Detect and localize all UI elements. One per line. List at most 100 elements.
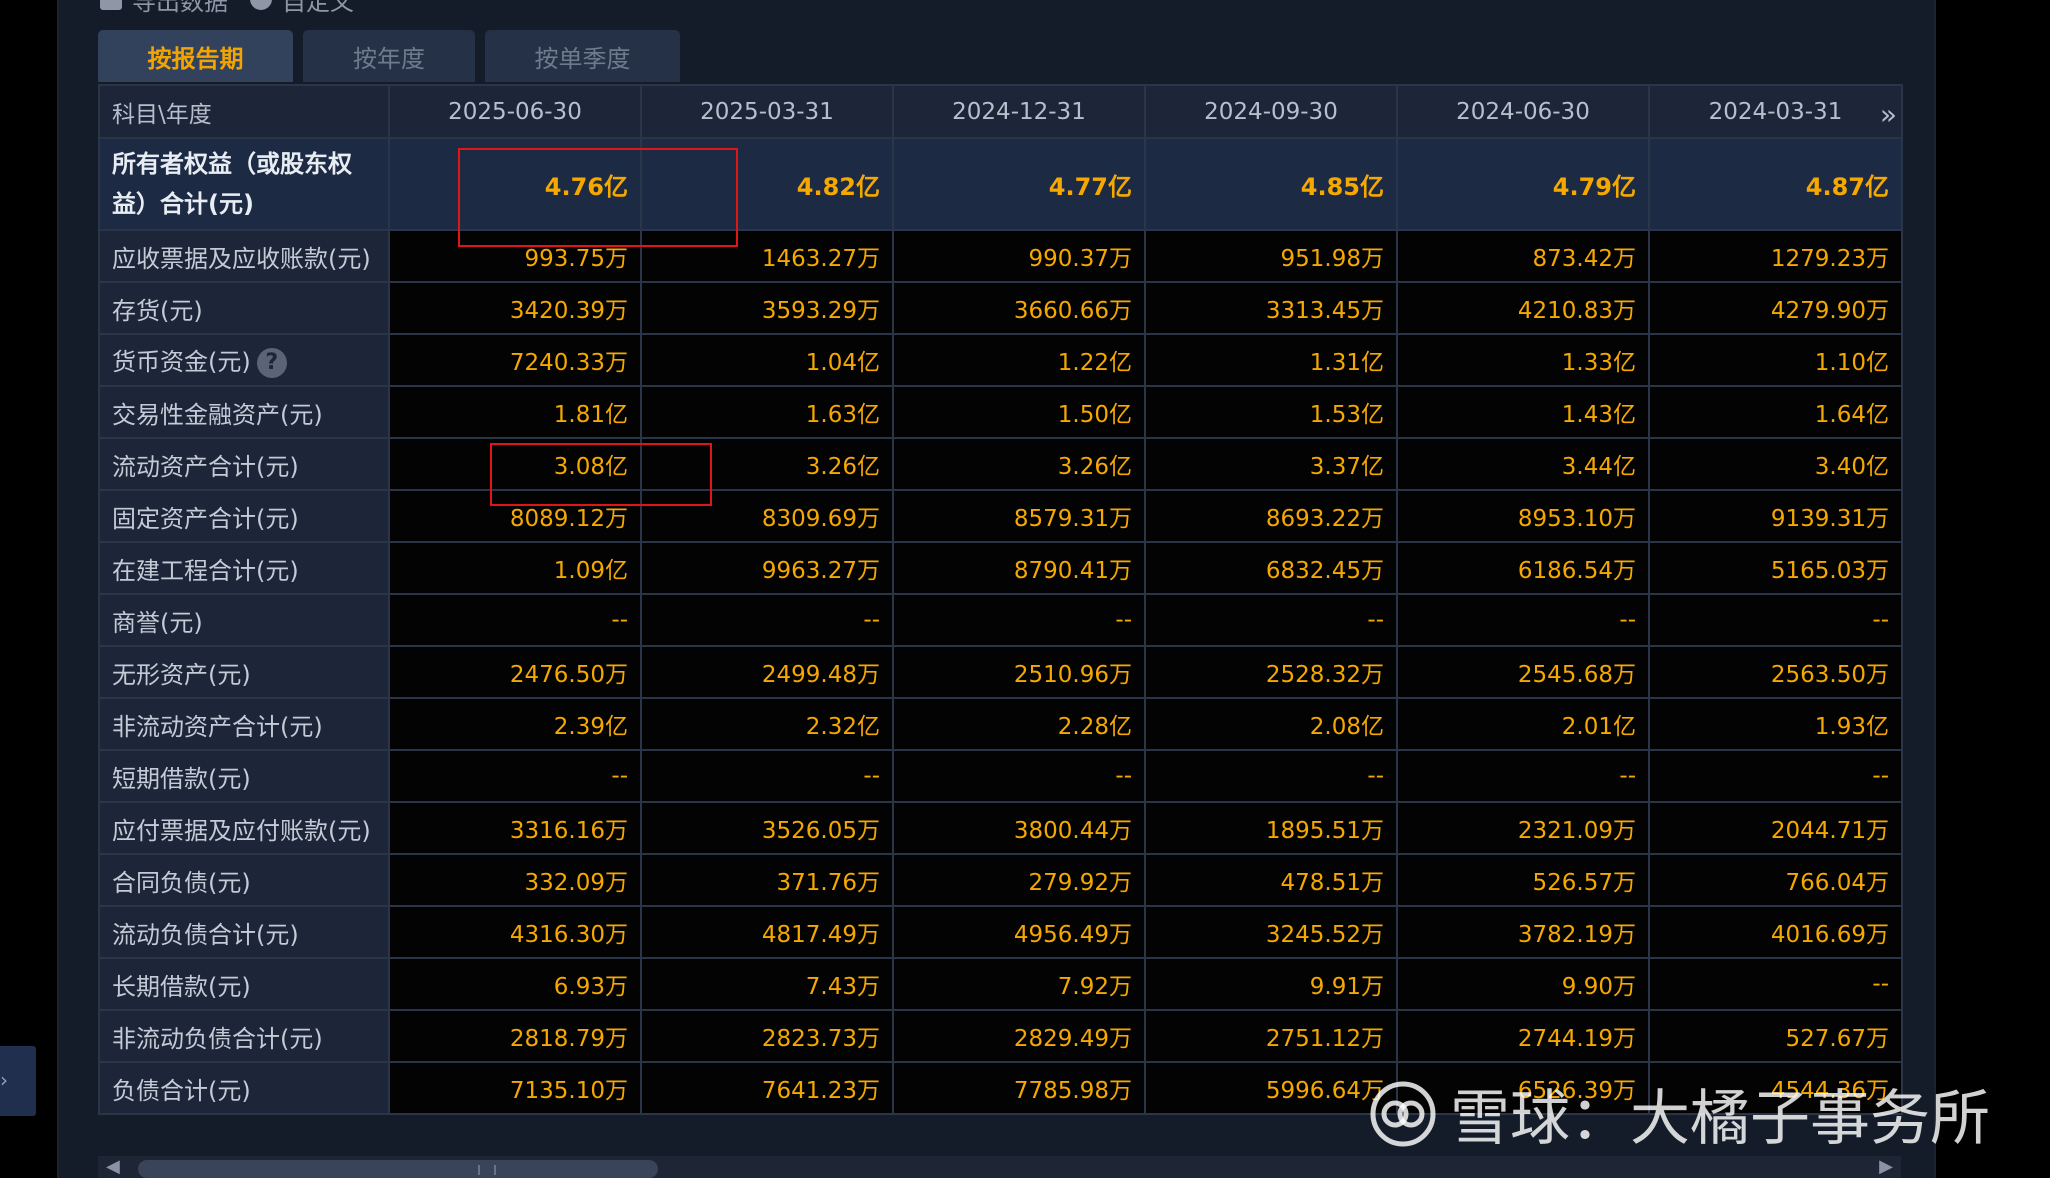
table-cell: -- [388, 593, 642, 647]
table-cell: 3316.16万 [388, 801, 642, 855]
side-float-tab[interactable]: › [0, 1046, 36, 1116]
header-item-year: 科目\年度 [98, 84, 390, 139]
table-cell: 2.39亿 [388, 697, 642, 751]
row-label-text: 所有者权益（或股东权益）合计(元) [112, 150, 352, 218]
table-cell: 2.08亿 [1144, 697, 1398, 751]
table-cell: 8790.41万 [892, 541, 1146, 595]
header-period[interactable]: 2024-12-31 [892, 84, 1146, 139]
panel-edge-right [1934, 0, 1936, 1178]
customize-button[interactable]: 自定义 [250, 0, 354, 16]
row-label-text: 在建工程合计(元) [112, 556, 299, 585]
table-cell: 1.53亿 [1144, 385, 1398, 439]
scroll-right-icon[interactable]: ▶ [1879, 1156, 1893, 1177]
row-label-text: 合同负债(元) [112, 868, 251, 897]
table-cell: 7641.23万 [640, 1061, 894, 1115]
table-cell: 3782.19万 [1396, 905, 1650, 959]
header-period-label: 2024-03-31 [1708, 98, 1843, 125]
table-cell: 3660.66万 [892, 281, 1146, 335]
table-cell: 7.92万 [892, 957, 1146, 1011]
table-cell: 5165.03万 [1648, 541, 1903, 595]
table-cell: 2321.09万 [1396, 801, 1650, 855]
row-label-text: 商誉(元) [112, 608, 203, 637]
table-cell: 1279.23万 [1648, 229, 1903, 283]
table-row: 长期借款(元) 6.93万 7.43万 7.92万 9.91万 9.90万 -- [98, 957, 1903, 1011]
table-row: 在建工程合计(元) 1.09亿 9963.27万 8790.41万 6832.45万 61… [98, 541, 1903, 595]
table-row: 合同负债(元) 332.09万 371.76万 279.92万 478.51万 526.5… [98, 853, 1903, 907]
row-label: 应付票据及应付账款(元) [98, 801, 390, 855]
table-row: 非流动资产合计(元) 2.39亿 2.32亿 2.28亿 2.08亿 2.01亿 1.93亿 [98, 697, 1903, 751]
table-cell: 7240.33万 [388, 333, 642, 387]
table-cell: -- [1648, 957, 1903, 1011]
header-period-last[interactable]: 2024-03-31 » [1648, 84, 1903, 139]
period-tabs: 按报告期 按年度 按单季度 [98, 30, 680, 82]
table-cell: -- [640, 749, 894, 803]
row-label-text: 存货(元) [112, 296, 203, 325]
table-cell: 5996.64万 [1144, 1061, 1398, 1115]
row-label-text: 应收票据及应收账款(元) [112, 244, 371, 273]
table-cell: 9963.27万 [640, 541, 894, 595]
row-label-text: 交易性金融资产(元) [112, 400, 323, 429]
row-label: 应收票据及应收账款(元) [98, 229, 390, 283]
horizontal-scrollbar[interactable]: ◀ ▶ [98, 1156, 1901, 1178]
side-tab-glyph: › [0, 1068, 8, 1092]
table-cell: 4817.49万 [640, 905, 894, 959]
table-cell: -- [640, 593, 894, 647]
table-cell: 4279.90万 [1648, 281, 1903, 335]
export-label: 导出数据 [132, 0, 228, 16]
header-period[interactable]: 2025-03-31 [640, 84, 894, 139]
export-data-button[interactable]: 导出数据 [100, 0, 228, 16]
table-row: 所有者权益（或股东权益）合计(元) 4.76亿 4.82亿 4.77亿 4.85亿 4.7… [98, 137, 1903, 231]
left-backdrop [0, 0, 57, 1178]
row-label: 无形资产(元) [98, 645, 390, 699]
table-cell: 873.42万 [1396, 229, 1650, 283]
header-period[interactable]: 2024-06-30 [1396, 84, 1650, 139]
tab-by-year[interactable]: 按年度 [303, 30, 475, 82]
row-label-text: 应付票据及应付账款(元) [112, 816, 371, 845]
table-cell: 2744.19万 [1396, 1009, 1650, 1063]
table-cell: -- [1144, 593, 1398, 647]
table-cell: 526.57万 [1396, 853, 1650, 907]
header-period[interactable]: 2024-09-30 [1144, 84, 1398, 139]
table-cell: -- [1648, 749, 1903, 803]
scroll-left-icon[interactable]: ◀ [106, 1156, 120, 1177]
table-cell: 7785.98万 [892, 1061, 1146, 1115]
tab-by-quarter[interactable]: 按单季度 [485, 30, 680, 82]
table-cell: 7.43万 [640, 957, 894, 1011]
scroll-grip [478, 1165, 496, 1175]
help-icon[interactable]: ? [256, 348, 287, 378]
table-cell: 9139.31万 [1648, 489, 1903, 543]
table-cell: 1.10亿 [1648, 333, 1903, 387]
highlight-box-equity [458, 148, 738, 247]
table-body: 所有者权益（或股东权益）合计(元) 4.76亿 4.82亿 4.77亿 4.85亿 4.7… [98, 137, 1903, 1115]
table-cell: 9.90万 [1396, 957, 1650, 1011]
table-cell: 3.44亿 [1396, 437, 1650, 491]
table-row: 流动资产合计(元) 3.08亿 3.26亿 3.26亿 3.37亿 3.44亿 3.40亿 [98, 437, 1903, 491]
table-cell: 1.50亿 [892, 385, 1146, 439]
table-cell: 1.22亿 [892, 333, 1146, 387]
table-cell: 3593.29万 [640, 281, 894, 335]
scroll-thumb[interactable] [138, 1160, 658, 1178]
table-row: 非流动负债合计(元) 2818.79万 2823.73万 2829.49万 2751.1… [98, 1009, 1903, 1063]
table-cell: 1895.51万 [1144, 801, 1398, 855]
row-label: 短期借款(元) [98, 749, 390, 803]
table-cell: 2044.71万 [1648, 801, 1903, 855]
table-cell: 2829.49万 [892, 1009, 1146, 1063]
table-cell: 9.91万 [1144, 957, 1398, 1011]
table-cell: 527.67万 [1648, 1009, 1903, 1063]
table-cell: 3526.05万 [640, 801, 894, 855]
row-label: 非流动资产合计(元) [98, 697, 390, 751]
row-label: 所有者权益（或股东权益）合计(元) [98, 137, 390, 231]
table-cell: 7135.10万 [388, 1061, 642, 1115]
tab-by-report-period[interactable]: 按报告期 [98, 30, 293, 82]
table-cell: 2545.68万 [1396, 645, 1650, 699]
table-cell: 332.09万 [388, 853, 642, 907]
row-label-text: 流动资产合计(元) [112, 452, 299, 481]
gear-icon [250, 0, 272, 10]
header-period[interactable]: 2025-06-30 [388, 84, 642, 139]
row-label-text: 长期借款(元) [112, 972, 251, 1001]
table-cell: -- [1396, 749, 1650, 803]
table-cell: 279.92万 [892, 853, 1146, 907]
double-chevron-right-icon[interactable]: » [1880, 98, 1897, 131]
table-cell: 4210.83万 [1396, 281, 1650, 335]
table-cell: 4.77亿 [892, 137, 1146, 231]
